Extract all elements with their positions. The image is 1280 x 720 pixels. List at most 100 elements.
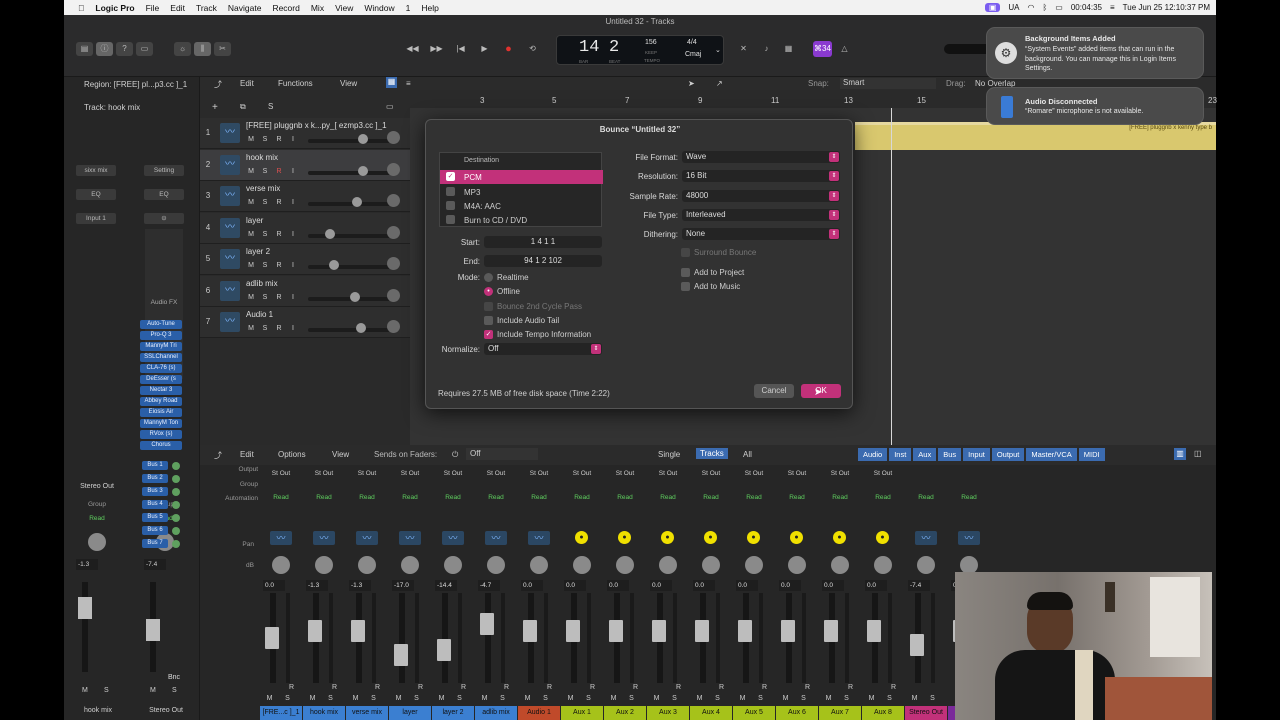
menu-track[interactable]: Track [196, 3, 217, 13]
plugin-slot[interactable]: Auto-Tune [140, 320, 182, 329]
pan-knob[interactable] [702, 556, 720, 574]
pointer-tool-icon[interactable]: ➤ [688, 79, 695, 88]
play-icon[interactable]: ▶ [476, 42, 493, 56]
list-view-icon[interactable]: ≡ [406, 79, 411, 88]
automation-read[interactable]: Read [527, 493, 551, 503]
pcm-check-icon[interactable]: ✓ [446, 172, 455, 181]
output-slot[interactable]: St Out [561, 470, 603, 477]
strip-name[interactable]: layer [389, 706, 431, 720]
destination-row-mp3[interactable]: MP3 [440, 185, 603, 199]
mute-button[interactable]: M [866, 695, 877, 705]
track-volume-slider[interactable] [308, 139, 396, 143]
smart-controls-icon[interactable]: ☼ [174, 42, 191, 56]
track-record-button[interactable]: R [274, 293, 284, 303]
plugin-power-icon[interactable]: ● [876, 531, 889, 544]
record-enable-button[interactable]: R [286, 684, 297, 694]
track-row[interactable]: 5 〰 layer 2 M S R I [200, 244, 410, 275]
track-header-collapse-icon[interactable]: ▭ [386, 102, 394, 111]
solo-button[interactable]: S [798, 695, 809, 705]
wide-strips-icon[interactable]: ◫ [1194, 449, 1202, 458]
plugin-power-icon[interactable]: ● [790, 531, 803, 544]
file-type-select[interactable]: Interleaved ⇕ [682, 209, 840, 221]
track-record-button[interactable]: R [274, 230, 284, 240]
right-solo-button[interactable]: S [172, 687, 177, 694]
link-icon[interactable]: ⊝ [144, 213, 184, 224]
surround-checkbox[interactable] [681, 248, 690, 257]
track-row[interactable]: 6 〰 adlib mix M S R I [200, 275, 410, 307]
menu-navigate[interactable]: Navigate [228, 3, 262, 13]
bus-send-slot[interactable]: Bus 3 [142, 487, 168, 496]
app-menu[interactable]: Logic Pro [95, 3, 134, 13]
record-icon[interactable]: ● [500, 42, 517, 56]
tempo-info-checkbox[interactable]: ✓ [484, 330, 493, 339]
fader-cap[interactable] [695, 620, 709, 643]
waveform-icon[interactable]: 〰 [528, 531, 550, 545]
mute-button[interactable]: M [264, 695, 275, 705]
track-mute-button[interactable]: M [246, 261, 256, 271]
left-fader-cap[interactable] [78, 597, 92, 619]
automation-read[interactable]: Read [312, 493, 336, 503]
plugin-slot[interactable]: CLA-76 (s) [140, 364, 182, 373]
mixer-filter-aux[interactable]: Aux [913, 448, 937, 461]
strip-name[interactable]: Aux 4 [690, 706, 732, 720]
automation-read[interactable]: Read [828, 493, 852, 503]
track-row[interactable]: 1 〰 [FREE] pluggnb x k...py_[ ezmp3.cc ]… [200, 118, 410, 149]
send-level-knob[interactable] [172, 514, 180, 522]
solo-button[interactable]: S [454, 695, 465, 705]
solo-button[interactable]: S [712, 695, 723, 705]
track-pan-knob[interactable] [387, 288, 400, 302]
automation-read[interactable]: Read [914, 493, 938, 503]
track-pan-knob[interactable] [387, 320, 400, 333]
editors-icon[interactable]: ✂ [214, 42, 231, 56]
mixer-back-icon[interactable]: ⤴ [214, 450, 222, 461]
left-automation-read[interactable]: Read [76, 515, 118, 522]
output-slot[interactable]: St Out [389, 470, 431, 477]
solo-button[interactable]: S [282, 695, 293, 705]
duplicate-track-icon[interactable]: ⧉ [240, 102, 246, 112]
count-in-icon[interactable]: ▦ [780, 42, 797, 56]
add-music-checkbox[interactable] [681, 282, 690, 291]
mixer-filter-output[interactable]: Output [991, 448, 1025, 461]
playhead[interactable] [891, 108, 892, 445]
pan-knob[interactable] [659, 556, 677, 574]
record-timer[interactable]: 00:04:35 [1071, 3, 1102, 12]
waveform-icon[interactable]: 〰 [270, 531, 292, 545]
track-record-button[interactable]: R [274, 324, 284, 334]
track-inspector-header[interactable]: Track: hook mix [64, 103, 200, 117]
output-slot[interactable]: St Out [733, 470, 775, 477]
fader-cap[interactable] [265, 627, 279, 649]
plugin-slot[interactable]: RVox (s) [140, 430, 182, 439]
automation-read[interactable]: Read [355, 493, 379, 503]
track-mute-button[interactable]: M [246, 198, 256, 208]
waveform-icon[interactable]: 〰 [399, 531, 421, 545]
pan-knob[interactable] [272, 556, 290, 574]
send-level-knob[interactable] [172, 527, 180, 535]
mute-button[interactable]: M [909, 695, 920, 705]
track-volume-slider[interactable] [308, 328, 396, 332]
wifi-icon[interactable]: ◠ [1028, 3, 1035, 12]
right-mute-button[interactable]: M [150, 687, 156, 694]
offline-radio[interactable]: • [484, 287, 493, 296]
fader-cap[interactable] [351, 620, 365, 643]
automation-read[interactable]: Read [269, 493, 293, 503]
track-solo-button[interactable]: S [260, 135, 270, 145]
sends-select[interactable]: Off [466, 448, 538, 460]
left-eq-button[interactable]: EQ [76, 189, 116, 200]
grid-view-icon[interactable]: ▦ [386, 77, 397, 88]
strip-name[interactable]: Aux 2 [604, 706, 646, 720]
track-name[interactable]: layer 2 [246, 247, 270, 256]
metronome-icon[interactable]: ♪ [758, 42, 775, 56]
mixer-edit-menu[interactable]: Edit [240, 450, 254, 459]
track-name[interactable]: Audio 1 [246, 310, 273, 319]
record-enable-button[interactable]: R [845, 684, 856, 694]
waveform-icon[interactable]: 〰 [356, 531, 378, 545]
mute-button[interactable]: M [522, 695, 533, 705]
plugin-power-icon[interactable]: ● [618, 531, 631, 544]
track-volume-slider[interactable] [308, 265, 396, 269]
normalize-select[interactable]: Off ⇕ [484, 343, 602, 355]
left-setting-button[interactable]: sixx mix [76, 165, 116, 176]
track-record-button[interactable]: R [274, 167, 284, 177]
waveform-icon[interactable]: 〰 [485, 531, 507, 545]
plugin-power-icon[interactable]: ● [661, 531, 674, 544]
file-format-select[interactable]: Wave ⇕ [682, 151, 840, 163]
